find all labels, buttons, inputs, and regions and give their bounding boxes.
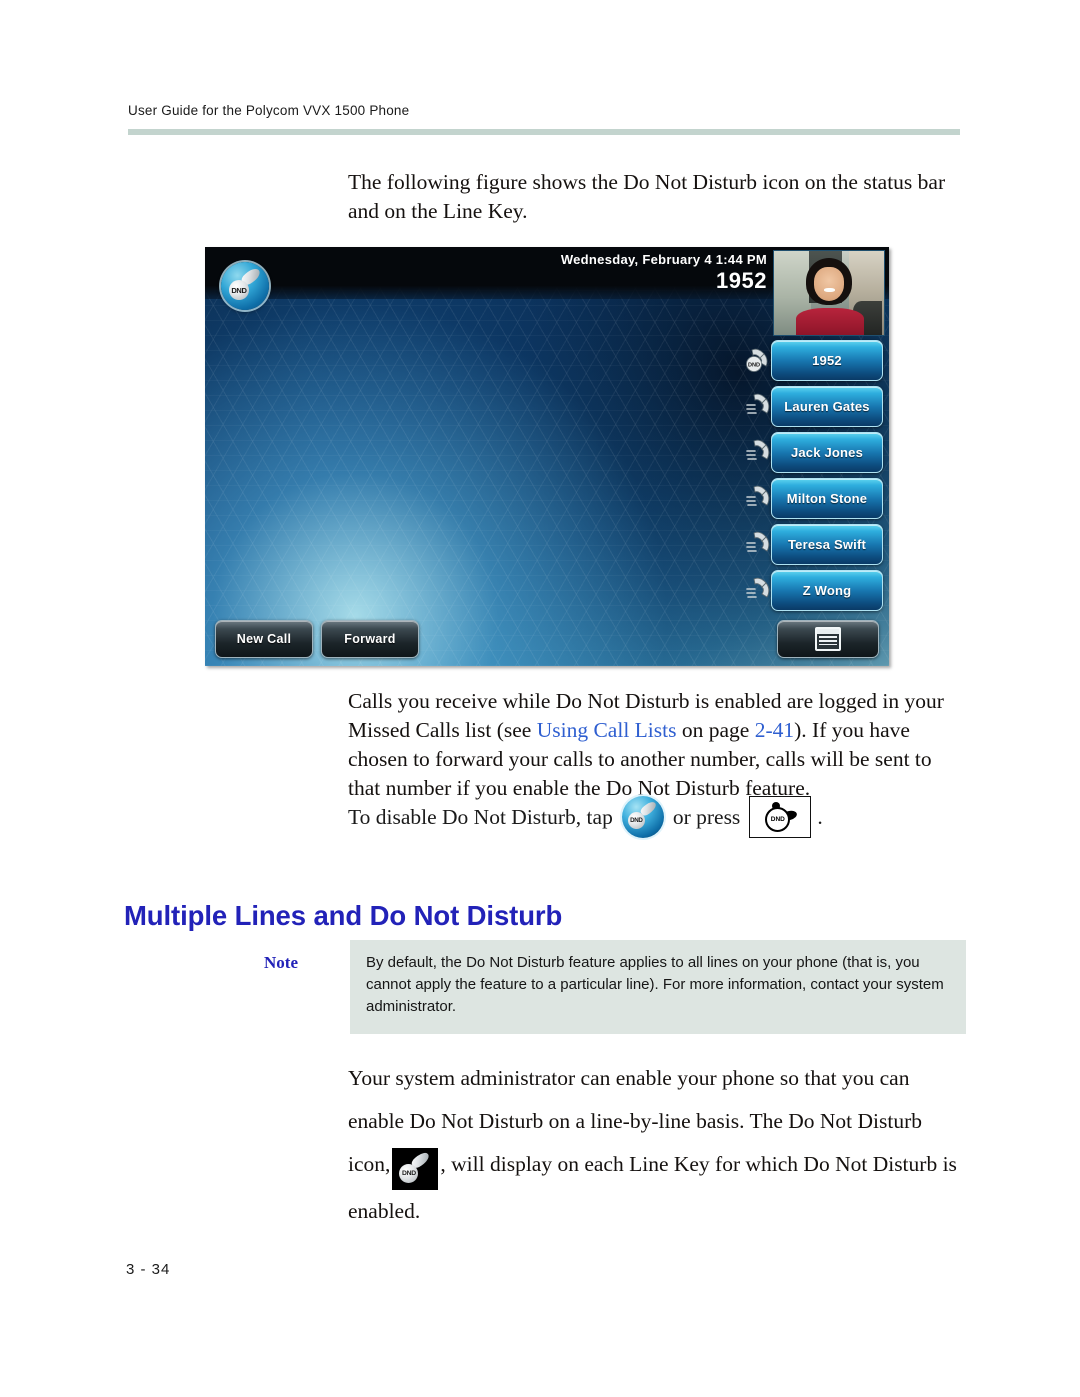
new-call-label: New Call bbox=[236, 632, 292, 646]
using-call-lists-link[interactable]: Using Call Lists bbox=[537, 718, 677, 742]
disable-dnd-instruction: To disable Do Not Disturb, tap DND or pr… bbox=[348, 796, 966, 838]
note-label: Note bbox=[264, 953, 298, 972]
disable-instruction-part1: To disable Do Not Disturb, tap bbox=[348, 805, 613, 829]
disable-instruction-part2: or press bbox=[672, 805, 741, 829]
page-2-41-link[interactable]: 2-41 bbox=[755, 718, 794, 742]
menu-button[interactable] bbox=[777, 620, 879, 658]
dnd-key-circle-label: DND bbox=[765, 807, 791, 832]
soft-key-bar: New Call Forward bbox=[205, 620, 889, 660]
dnd-square-icon: DND bbox=[392, 1147, 439, 1190]
calls-paragraph: Calls you receive while Do Not Disturb i… bbox=[348, 687, 966, 803]
line-key-row[interactable]: Jack Jones bbox=[743, 429, 883, 475]
disable-instruction-part3: . bbox=[817, 805, 823, 829]
video-person-mouth bbox=[823, 287, 835, 293]
line-key-row[interactable]: Teresa Swift bbox=[743, 521, 883, 567]
phone-screen-background: Wednesday, February 4 1:44 PM 1952 DND D… bbox=[205, 247, 889, 666]
line-key-row[interactable]: Milton Stone bbox=[743, 475, 883, 521]
line-key-button[interactable]: Milton Stone bbox=[771, 478, 883, 519]
status-extension: 1952 bbox=[716, 268, 767, 293]
line-key-row[interactable]: Z Wong bbox=[743, 567, 883, 613]
dnd-puck-label: DND bbox=[399, 1163, 419, 1183]
running-header-text: User Guide for the Polycom VVX 1500 Phon… bbox=[128, 103, 410, 118]
dnd-glyph: DND bbox=[399, 1149, 432, 1184]
running-header: User Guide for the Polycom VVX 1500 Phon… bbox=[128, 103, 960, 118]
intro-paragraph-container: The following figure shows the Do Not Di… bbox=[348, 168, 966, 226]
dnd-glyph: DND bbox=[627, 799, 658, 830]
menu-list-icon bbox=[815, 627, 841, 651]
video-person-body bbox=[796, 308, 865, 335]
line-key-label: Milton Stone bbox=[786, 491, 868, 506]
line-key-button[interactable]: Lauren Gates bbox=[771, 386, 883, 427]
forward-label: Forward bbox=[344, 632, 396, 646]
line-key-button[interactable]: 1952 bbox=[771, 340, 883, 381]
header-rule bbox=[128, 129, 960, 135]
line-key-label: 1952 bbox=[812, 353, 842, 368]
dnd-status-icon[interactable]: DND bbox=[221, 262, 269, 310]
line-key-list: DND 1952 Lauren Gates Jack Jones Milton … bbox=[743, 337, 883, 613]
section-heading: Multiple Lines and Do Not Disturb bbox=[124, 899, 563, 931]
line-key-button[interactable]: Teresa Swift bbox=[771, 524, 883, 565]
status-text-group: Wednesday, February 4 1:44 PM 1952 bbox=[561, 251, 767, 294]
line-key-label: Z Wong bbox=[802, 583, 852, 598]
video-thumbnail[interactable] bbox=[773, 250, 885, 336]
line-key-label: Teresa Swift bbox=[787, 537, 867, 552]
note-block: Note By default, the Do Not Disturb feat… bbox=[262, 940, 966, 1034]
dnd-puck-label: DND bbox=[627, 812, 645, 829]
note-body-text: By default, the Do Not Disturb feature a… bbox=[350, 940, 966, 1034]
line-key-button[interactable]: Z Wong bbox=[771, 570, 883, 611]
intro-paragraph: The following figure shows the Do Not Di… bbox=[348, 170, 946, 223]
final-paragraph-part2: , will display on each Line Key for whic… bbox=[348, 1151, 957, 1223]
status-datetime: Wednesday, February 4 1:44 PM bbox=[560, 252, 767, 267]
forward-button[interactable]: Forward bbox=[321, 620, 419, 658]
line-key-label: Jack Jones bbox=[790, 445, 864, 460]
dnd-key-icon[interactable]: DND bbox=[749, 796, 812, 838]
dnd-key-glyph: DND bbox=[763, 802, 799, 832]
new-call-button[interactable]: New Call bbox=[215, 620, 313, 658]
svg-text:DND: DND bbox=[748, 362, 760, 368]
line-key-row[interactable]: Lauren Gates bbox=[743, 383, 883, 429]
phone-screenshot-figure: Wednesday, February 4 1:44 PM 1952 DND D… bbox=[205, 247, 889, 666]
line-key-label: Lauren Gates bbox=[784, 399, 870, 414]
calls-paragraph-container: Calls you receive while Do Not Disturb i… bbox=[348, 687, 966, 803]
final-paragraph: Your system administrator can enable you… bbox=[348, 1057, 966, 1233]
calls-paragraph-part2: on page bbox=[676, 718, 755, 742]
line-key-button[interactable]: Jack Jones bbox=[771, 432, 883, 473]
dnd-circle-icon[interactable]: DND bbox=[621, 796, 664, 838]
line-key-row[interactable]: DND 1952 bbox=[743, 337, 883, 383]
video-person-face bbox=[813, 266, 845, 301]
dnd-puck-label: DND bbox=[229, 280, 249, 300]
dnd-glyph: DND bbox=[228, 266, 263, 301]
page-number: 3 - 34 bbox=[126, 1261, 171, 1278]
